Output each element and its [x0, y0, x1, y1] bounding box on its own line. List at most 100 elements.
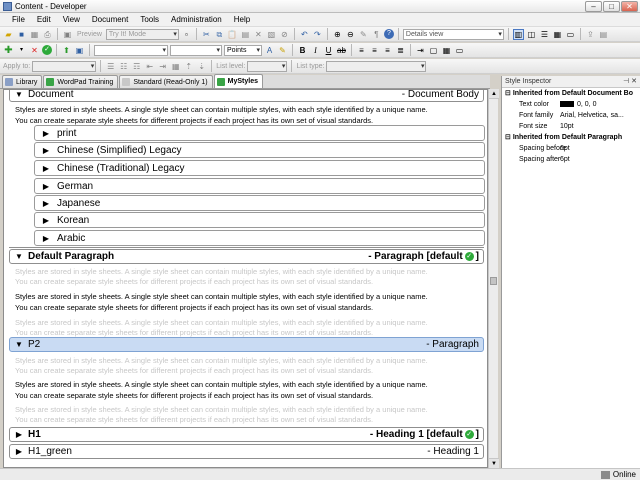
- zoom-in-icon[interactable]: ⊕: [332, 29, 343, 40]
- language-item-chinese-traditional[interactable]: ▶ Chinese (Traditional) Legacy: [34, 160, 485, 176]
- undo-icon[interactable]: ↶: [299, 29, 310, 40]
- increase-indent-icon[interactable]: ⇥: [157, 61, 168, 72]
- layout-view-icon[interactable]: ▥: [512, 28, 524, 40]
- expand-icon[interactable]: ▶: [35, 164, 57, 173]
- zoom-out-icon[interactable]: ⊖: [345, 29, 356, 40]
- scroll-thumb[interactable]: [490, 277, 497, 285]
- menu-file[interactable]: File: [6, 13, 31, 27]
- tryit-mode-select[interactable]: Try It! Mode: [105, 28, 179, 40]
- scroll-up-icon[interactable]: ▲: [489, 89, 499, 99]
- options-icon[interactable]: ▤: [598, 29, 609, 40]
- grid-view-icon[interactable]: ▦: [552, 29, 563, 40]
- style-document[interactable]: ▼ Document - Document Body: [9, 90, 484, 102]
- expand-icon[interactable]: ▶: [35, 199, 57, 208]
- check-icon[interactable]: ✓: [42, 45, 52, 55]
- inspector-section-heading[interactable]: ⊟ Inherited from Default Paragraph: [502, 132, 640, 143]
- publish-icon[interactable]: ⇪: [585, 29, 596, 40]
- font-size-select[interactable]: [170, 44, 222, 56]
- window-view-icon[interactable]: ▭: [565, 29, 576, 40]
- list-grid-icon[interactable]: ▦: [170, 61, 181, 72]
- language-item-arabic[interactable]: ▶ Arabic: [34, 230, 485, 246]
- style-h1-green[interactable]: ▶ H1_green - Heading 1: [9, 444, 484, 459]
- tab-library[interactable]: Library: [2, 75, 43, 88]
- redo-icon[interactable]: ↷: [312, 29, 323, 40]
- bold-icon[interactable]: B: [297, 45, 308, 56]
- numbering-icon[interactable]: ☷: [118, 61, 129, 72]
- language-item-japanese[interactable]: ▶ Japanese: [34, 195, 485, 211]
- menu-view[interactable]: View: [57, 13, 86, 27]
- tab-standard[interactable]: Standard (Read-Only 1): [119, 75, 213, 88]
- expand-icon[interactable]: ▶: [35, 182, 57, 191]
- view-mode-select[interactable]: Details view: [402, 28, 504, 40]
- expand-icon[interactable]: ▶: [35, 129, 57, 138]
- list-view-icon[interactable]: ☰: [539, 29, 550, 40]
- menu-help[interactable]: Help: [228, 13, 256, 27]
- style-h1[interactable]: ▶ H1 - Heading 1 [default ✓]: [9, 427, 484, 442]
- align-left-icon[interactable]: ≡: [356, 45, 367, 56]
- menu-administration[interactable]: Administration: [165, 13, 228, 27]
- italic-icon[interactable]: I: [310, 45, 321, 56]
- language-item-korean[interactable]: ▶ Korean: [34, 212, 485, 228]
- align-right-icon[interactable]: ≡: [382, 45, 393, 56]
- tab-wordpad-training[interactable]: WordPad Training: [43, 75, 119, 88]
- cut-all-icon[interactable]: ▧: [266, 29, 277, 40]
- language-item-german[interactable]: ▶ German: [34, 178, 485, 194]
- vertical-scrollbar[interactable]: ▲ ▼: [488, 89, 499, 468]
- inspector-section-heading[interactable]: ⊟ Inherited from Default Document Bo: [502, 88, 640, 99]
- list-type-select[interactable]: [326, 60, 427, 72]
- help-icon[interactable]: ?: [383, 29, 394, 39]
- delete-style-icon[interactable]: ✕: [29, 45, 40, 56]
- language-item-print[interactable]: ▶ print: [34, 125, 485, 141]
- highlight-icon[interactable]: ✎: [277, 45, 288, 56]
- close-icon[interactable]: ✕: [621, 1, 638, 12]
- split-view-icon[interactable]: ◫: [526, 29, 537, 40]
- apply-to-select[interactable]: [32, 60, 97, 72]
- print-icon[interactable]: ⎙: [42, 29, 53, 40]
- open-folder-icon[interactable]: ▰: [3, 29, 14, 40]
- outline-icon[interactable]: ☶: [131, 61, 142, 72]
- table-icon[interactable]: ▦: [441, 45, 452, 56]
- find-icon[interactable]: ▫: [181, 29, 192, 40]
- pin-close-icon[interactable]: ⊣ ✕: [623, 76, 637, 88]
- preview-button[interactable]: Preview: [75, 31, 104, 38]
- expand-icon[interactable]: ▶: [35, 234, 57, 243]
- font-color-icon[interactable]: A: [264, 45, 275, 56]
- indent-icon[interactable]: ⇥: [415, 45, 426, 56]
- language-item-chinese-simplified[interactable]: ▶ Chinese (Simplified) Legacy: [34, 142, 485, 158]
- list-level-select[interactable]: [247, 60, 288, 72]
- menu-document[interactable]: Document: [86, 13, 134, 27]
- menu-edit[interactable]: Edit: [31, 13, 57, 27]
- tab-mystyles[interactable]: MyStyles: [213, 74, 263, 88]
- spell-icon[interactable]: ✎: [358, 29, 369, 40]
- save-all-icon[interactable]: ▦: [29, 29, 40, 40]
- delete-icon[interactable]: ✕: [253, 29, 264, 40]
- paste-icon[interactable]: 📋: [227, 29, 238, 40]
- bullets-icon[interactable]: ☰: [105, 61, 116, 72]
- font-family-select[interactable]: [94, 44, 168, 56]
- preview-icon[interactable]: ▣: [62, 29, 73, 40]
- minimize-icon[interactable]: –: [585, 1, 602, 12]
- font-unit-select[interactable]: Points: [224, 44, 262, 56]
- maximize-icon[interactable]: □: [603, 1, 620, 12]
- collapse-icon[interactable]: ▼: [10, 90, 28, 99]
- frame-icon[interactable]: ▭: [454, 45, 465, 56]
- menu-tools[interactable]: Tools: [134, 13, 165, 27]
- border-icon[interactable]: ▢: [428, 45, 439, 56]
- cut-icon[interactable]: ✂: [201, 29, 212, 40]
- expand-icon[interactable]: ▶: [10, 430, 28, 439]
- list-move-up-icon[interactable]: ⇡: [183, 61, 194, 72]
- expand-icon[interactable]: ▶: [35, 216, 57, 225]
- import-icon[interactable]: ⬆: [61, 45, 72, 56]
- justify-icon[interactable]: ≣: [395, 45, 406, 56]
- collapse-icon[interactable]: ▼: [10, 252, 28, 261]
- copy-icon[interactable]: ⧉: [214, 29, 225, 40]
- add-icon[interactable]: ✚: [3, 45, 14, 56]
- underline-icon[interactable]: U: [323, 45, 334, 56]
- format-icon[interactable]: ¶: [371, 29, 382, 40]
- strikethrough-icon[interactable]: ab: [336, 45, 347, 56]
- paste-special-icon[interactable]: ▤: [240, 29, 251, 40]
- export-icon[interactable]: ▣: [74, 45, 85, 56]
- add-dropdown-icon[interactable]: ▾: [16, 45, 27, 56]
- save-icon[interactable]: ■: [16, 29, 27, 40]
- expand-icon[interactable]: ▶: [10, 447, 28, 456]
